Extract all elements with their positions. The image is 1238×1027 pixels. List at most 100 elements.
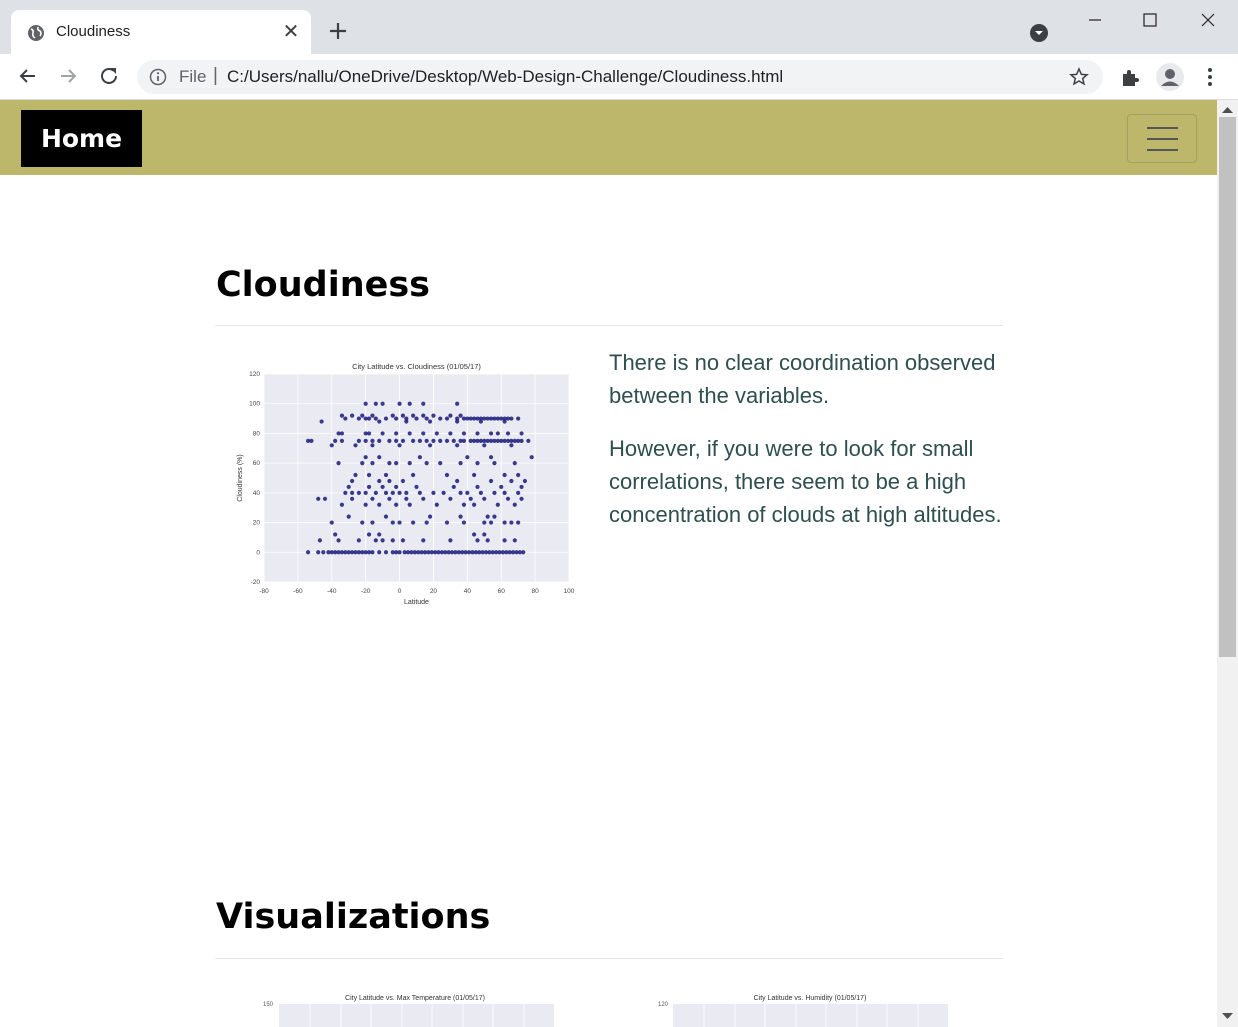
maximize-icon[interactable] — [1138, 8, 1162, 32]
data-point — [321, 550, 326, 555]
data-point — [377, 550, 382, 555]
data-point — [390, 538, 395, 543]
scrollbar-thumb[interactable] — [1219, 117, 1236, 657]
data-point — [363, 490, 368, 495]
y-tick-label: 40 — [253, 490, 261, 497]
window-close-icon[interactable] — [1196, 8, 1220, 32]
data-point — [461, 431, 467, 436]
data-point — [400, 478, 406, 484]
data-point — [488, 455, 494, 460]
x-tick-label: -40 — [327, 588, 337, 595]
data-point — [458, 514, 463, 519]
extensions-puzzle-icon[interactable] — [1119, 66, 1141, 88]
data-point — [458, 413, 463, 418]
data-point — [441, 490, 446, 495]
data-point — [502, 538, 507, 543]
data-point — [373, 490, 378, 495]
data-point — [363, 438, 368, 443]
data-point — [366, 472, 372, 478]
data-point — [465, 455, 470, 460]
humidity-chart-thumbnail[interactable]: City Latitude vs. Humidity (01/05/17) 12… — [650, 990, 960, 1027]
x-tick-label: -60 — [293, 588, 303, 595]
page-scrollbar[interactable] — [1217, 100, 1238, 1027]
new-tab-icon[interactable] — [326, 19, 350, 43]
y-tick-label: -20 — [251, 579, 261, 586]
max-temperature-chart-thumbnail[interactable]: City Latitude vs. Max Temperature (01/05… — [255, 990, 565, 1027]
navbar-toggler-button[interactable] — [1127, 114, 1197, 163]
data-point — [421, 401, 426, 406]
data-point — [316, 550, 321, 555]
data-point — [505, 496, 511, 501]
tab-close-icon[interactable]: ✕ — [281, 22, 301, 42]
reload-icon[interactable] — [96, 63, 122, 89]
data-point — [333, 438, 338, 443]
forward-arrow-icon[interactable] — [55, 63, 81, 89]
data-point — [438, 438, 443, 443]
data-point — [350, 478, 355, 484]
thumbnail-plot-area — [673, 1004, 948, 1027]
data-point — [411, 472, 416, 478]
x-tick-label: -80 — [259, 588, 269, 595]
data-point — [390, 490, 395, 495]
y-tick-label: 60 — [253, 460, 261, 467]
data-point — [400, 438, 406, 443]
data-point — [519, 496, 524, 501]
data-point — [488, 431, 494, 436]
browser-tab[interactable]: Cloudiness ✕ — [11, 10, 311, 54]
scroll-down-arrow-icon[interactable] — [1222, 1012, 1233, 1020]
profile-avatar-icon[interactable] — [1156, 63, 1184, 91]
data-point — [407, 502, 412, 507]
description: There is no clear coordination observed … — [609, 346, 1003, 551]
data-point — [383, 490, 389, 495]
y-tick-label: 20 — [253, 520, 261, 527]
data-point — [370, 461, 375, 466]
data-point — [370, 438, 375, 443]
data-point — [499, 484, 504, 490]
tab-search-icon[interactable] — [1029, 23, 1049, 43]
data-point — [417, 490, 422, 495]
data-point — [377, 438, 382, 443]
data-point — [448, 431, 453, 436]
data-point — [404, 496, 409, 501]
info-icon[interactable] — [149, 68, 167, 86]
scroll-up-arrow-icon[interactable] — [1222, 106, 1233, 114]
data-point — [370, 496, 375, 501]
x-tick-label: 100 — [564, 588, 575, 595]
url-text[interactable]: C:/Users/nallu/OneDrive/Desktop/Web-Desi… — [227, 67, 783, 87]
browser-tab-strip: Cloudiness ✕ — [0, 0, 1238, 54]
data-point — [319, 419, 324, 424]
divider — [215, 958, 1003, 959]
data-point — [505, 431, 511, 436]
data-point — [377, 419, 382, 424]
data-point — [431, 413, 436, 418]
minimize-icon[interactable] — [1083, 8, 1107, 32]
data-point — [350, 496, 355, 501]
data-point — [529, 455, 534, 460]
divider — [215, 325, 1003, 326]
back-arrow-icon[interactable] — [15, 63, 41, 89]
data-point — [411, 413, 416, 418]
address-bar[interactable]: File | C:/Users/nallu/OneDrive/Desktop/W… — [137, 60, 1103, 94]
data-point — [427, 419, 433, 424]
data-point — [475, 484, 480, 490]
data-point — [482, 532, 487, 537]
data-point — [366, 532, 372, 537]
data-point — [343, 416, 348, 421]
data-point — [387, 478, 392, 484]
data-point — [404, 416, 409, 421]
data-point — [502, 490, 507, 495]
browser-menu-icon[interactable] — [1199, 65, 1221, 89]
data-point — [444, 472, 450, 478]
x-axis-label: Latitude — [404, 599, 429, 606]
page-viewport: Home Cloudiness -80 -60 -40 -20 0 20 40 60 80 100… — [0, 100, 1217, 1027]
data-point — [373, 416, 378, 421]
home-link[interactable]: Home — [21, 110, 142, 167]
description-paragraph: However, if you were to look for small c… — [609, 436, 1002, 527]
bookmark-star-icon[interactable] — [1069, 67, 1089, 87]
data-point — [356, 538, 361, 543]
data-point — [353, 472, 358, 478]
data-point — [336, 461, 341, 466]
data-point — [434, 431, 439, 436]
x-tick-label: 80 — [531, 588, 539, 595]
data-point — [421, 413, 426, 418]
